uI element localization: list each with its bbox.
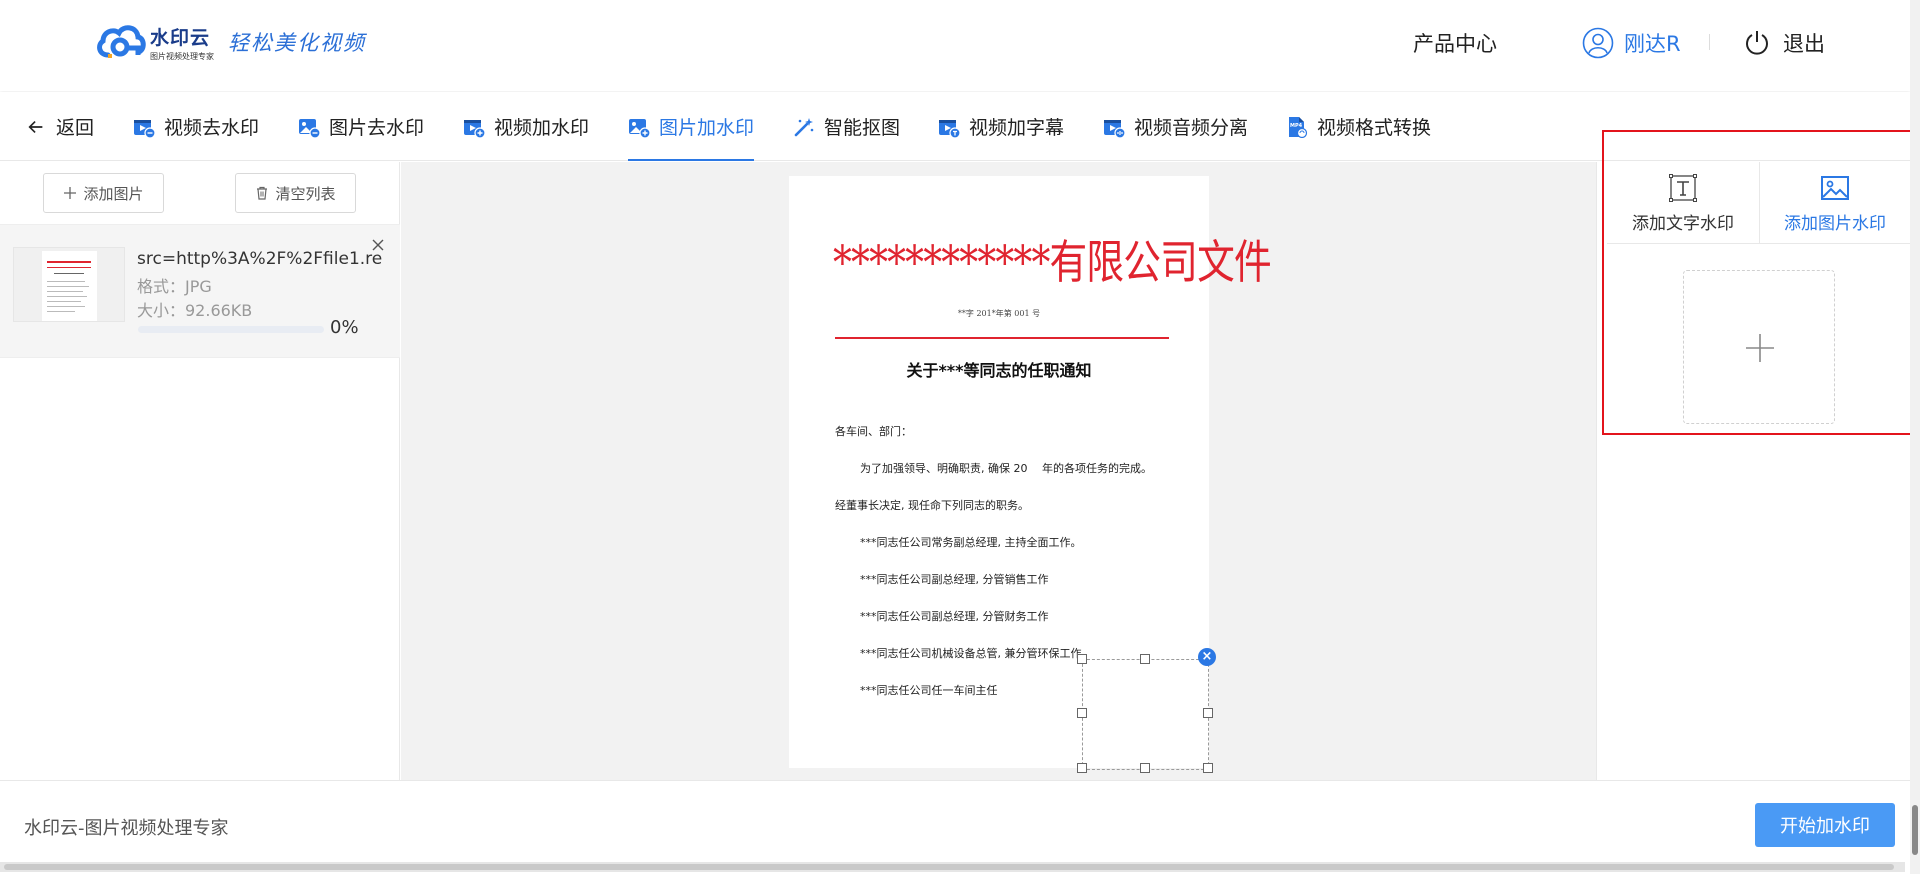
tab-video-format-convert[interactable]: MP4 视频格式转换 (1286, 92, 1431, 161)
tab-label: 智能抠图 (824, 117, 901, 139)
tab-add-image-label: 添加图片水印 (1784, 213, 1886, 234)
back-button[interactable]: 返回 (26, 92, 94, 161)
file-size: 大小：92.66KB (137, 301, 253, 320)
username: 刚达R (1624, 32, 1681, 56)
logo-text-group: 水印云 图片视频处理专家 (150, 23, 214, 62)
watermark-selection-box[interactable] (1082, 659, 1209, 770)
tab-label: 视频音频分离 (1134, 117, 1249, 139)
clear-list-button[interactable]: 清空列表 (235, 173, 356, 213)
video-remove-watermark-icon (134, 119, 155, 138)
arrow-left-icon (28, 120, 43, 133)
tab-add-text-watermark[interactable]: 添加文字水印 (1607, 162, 1759, 244)
watermark-panel: 添加文字水印 添加图片水印 (1596, 162, 1911, 780)
tab-image-add-watermark[interactable]: 图片加水印 (628, 92, 755, 161)
progress-bar (138, 326, 324, 333)
image-add-watermark-icon (629, 118, 650, 138)
document-heading: ************有限公司文件 (833, 235, 1272, 289)
clear-list-label: 清空列表 (275, 184, 336, 203)
horizontal-scrollbar[interactable] (0, 862, 1905, 872)
tab-label: 视频加水印 (494, 117, 590, 139)
vertical-scrollbar[interactable] (1910, 0, 1920, 874)
resize-handle[interactable] (1203, 763, 1213, 773)
document-paragraph: 经董事长决定, 现任命下列同志的职务。 (835, 499, 1029, 512)
horizontal-scrollbar-thumb[interactable] (4, 864, 1894, 870)
resize-handle[interactable] (1077, 654, 1087, 664)
video-subtitle-icon (939, 119, 960, 138)
plus-icon (1746, 334, 1774, 362)
tab-label: 图片加水印 (659, 117, 755, 139)
back-label: 返回 (56, 117, 95, 139)
add-image-button[interactable]: 添加图片 (43, 173, 164, 213)
logout-button[interactable]: 退出 (1743, 26, 1825, 60)
magic-wand-icon (794, 117, 814, 136)
file-list-item[interactable]: src=http%3A%2F%2Ffile1.ren... 格式：JPG 大小：… (0, 224, 400, 358)
resize-handle[interactable] (1140, 763, 1150, 773)
logo[interactable]: 水印云 图片视频处理专家 轻松美化视频 (94, 20, 366, 64)
progress-percent: 0% (330, 317, 359, 338)
file-list-panel: 添加图片 清空列表 src=http%3A%2F%2Ffile1.ren... (0, 162, 400, 780)
tab-add-image-watermark[interactable]: 添加图片水印 (1759, 162, 1911, 244)
top-header: 水印云 图片视频处理专家 轻松美化视频 产品中心 刚达R 退出 (0, 0, 1910, 91)
file-thumbnail (13, 247, 125, 322)
close-icon[interactable] (370, 237, 386, 253)
tab-label: 视频格式转换 (1317, 117, 1432, 139)
start-watermark-button[interactable]: 开始加水印 (1755, 803, 1895, 847)
document-paragraph: ***同志任公司任一车间主任 (860, 684, 998, 697)
document-number: **字 201*年第 001 号 (957, 309, 1041, 318)
document-paragraph: ***同志任公司副总经理, 分管销售工作 (860, 573, 1049, 586)
tab-image-remove-watermark[interactable]: 图片去水印 (298, 92, 424, 161)
document-paragraph: 为了加强领导、明确职责, 确保 20 年的各项任务的完成。 (860, 462, 1152, 475)
tab-label: 视频加字幕 (969, 117, 1065, 139)
vertical-scrollbar-thumb[interactable] (1912, 805, 1918, 855)
document-paragraph: ***同志任公司机械设备总管, 兼分管环保工作 (860, 647, 1082, 660)
tab-video-audio-split[interactable]: 视频音频分离 (1103, 92, 1248, 161)
tab-add-text-label: 添加文字水印 (1632, 213, 1734, 234)
user-avatar-icon (1582, 27, 1614, 59)
document-title: 关于***等同志的任职通知 (906, 361, 1092, 380)
watermark-type-tabs: 添加文字水印 添加图片水印 (1607, 162, 1911, 244)
trash-icon (257, 186, 268, 200)
cloud-logo-icon (97, 25, 146, 58)
header-divider (1709, 34, 1710, 50)
logo-name: 水印云 (150, 26, 211, 49)
plus-icon (64, 187, 77, 199)
image-remove-watermark-icon (299, 118, 320, 138)
upload-image-box[interactable] (1683, 270, 1835, 424)
resize-handle[interactable] (1140, 654, 1150, 664)
thumbnail-document (42, 251, 97, 321)
image-icon (1821, 175, 1849, 200)
product-center-link[interactable]: 产品中心 (1413, 26, 1497, 60)
tool-tabs: 返回 视频去水印 图片去水印 视频加水印 图片加水印 智能抠图 视频加字幕 视频… (0, 92, 1910, 161)
footer-bar: 水印云-图片视频处理专家 开始加水印 (0, 780, 1910, 862)
footer-text: 水印云-图片视频处理专家 (24, 818, 229, 839)
document-paragraph: 各车间、部门： (835, 425, 912, 438)
power-icon (1746, 31, 1768, 55)
document-paragraph: ***同志任公司副总经理, 分管财务工作 (860, 610, 1049, 623)
logout-label: 退出 (1783, 32, 1825, 56)
document-red-rule (835, 337, 1169, 339)
tab-label: 视频去水印 (164, 117, 260, 139)
resize-handle[interactable] (1077, 763, 1087, 773)
preview-canvas: ************有限公司文件 **字 201*年第 001 号 关于**… (401, 162, 1596, 780)
tab-video-subtitle[interactable]: 视频加字幕 (938, 92, 1064, 161)
tab-label: 图片去水印 (329, 117, 425, 139)
tab-video-remove-watermark[interactable]: 视频去水印 (133, 92, 259, 161)
file-name: src=http%3A%2F%2Ffile1.ren... (137, 249, 382, 269)
user-menu[interactable]: 刚达R (1582, 26, 1681, 60)
delete-watermark-icon[interactable]: × (1198, 648, 1216, 666)
tab-smart-cutout[interactable]: 智能抠图 (793, 92, 900, 161)
add-image-label: 添加图片 (83, 184, 144, 203)
tab-video-add-watermark[interactable]: 视频加水印 (463, 92, 589, 161)
resize-handle[interactable] (1077, 708, 1087, 718)
resize-handle[interactable] (1203, 708, 1213, 718)
text-box-icon (1669, 173, 1697, 202)
product-center-label: 产品中心 (1413, 32, 1497, 56)
mp4-convert-icon: MP4 (1289, 116, 1308, 138)
logo-subtitle: 图片视频处理专家 (150, 51, 214, 61)
logo-slogan: 轻松美化视频 (228, 31, 366, 55)
document-paragraph: ***同志任公司常务副总经理, 主持全面工作。 (860, 536, 1082, 549)
video-add-watermark-icon (464, 119, 485, 138)
video-audio-split-icon (1104, 119, 1125, 138)
file-format: 格式：JPG (137, 277, 212, 296)
